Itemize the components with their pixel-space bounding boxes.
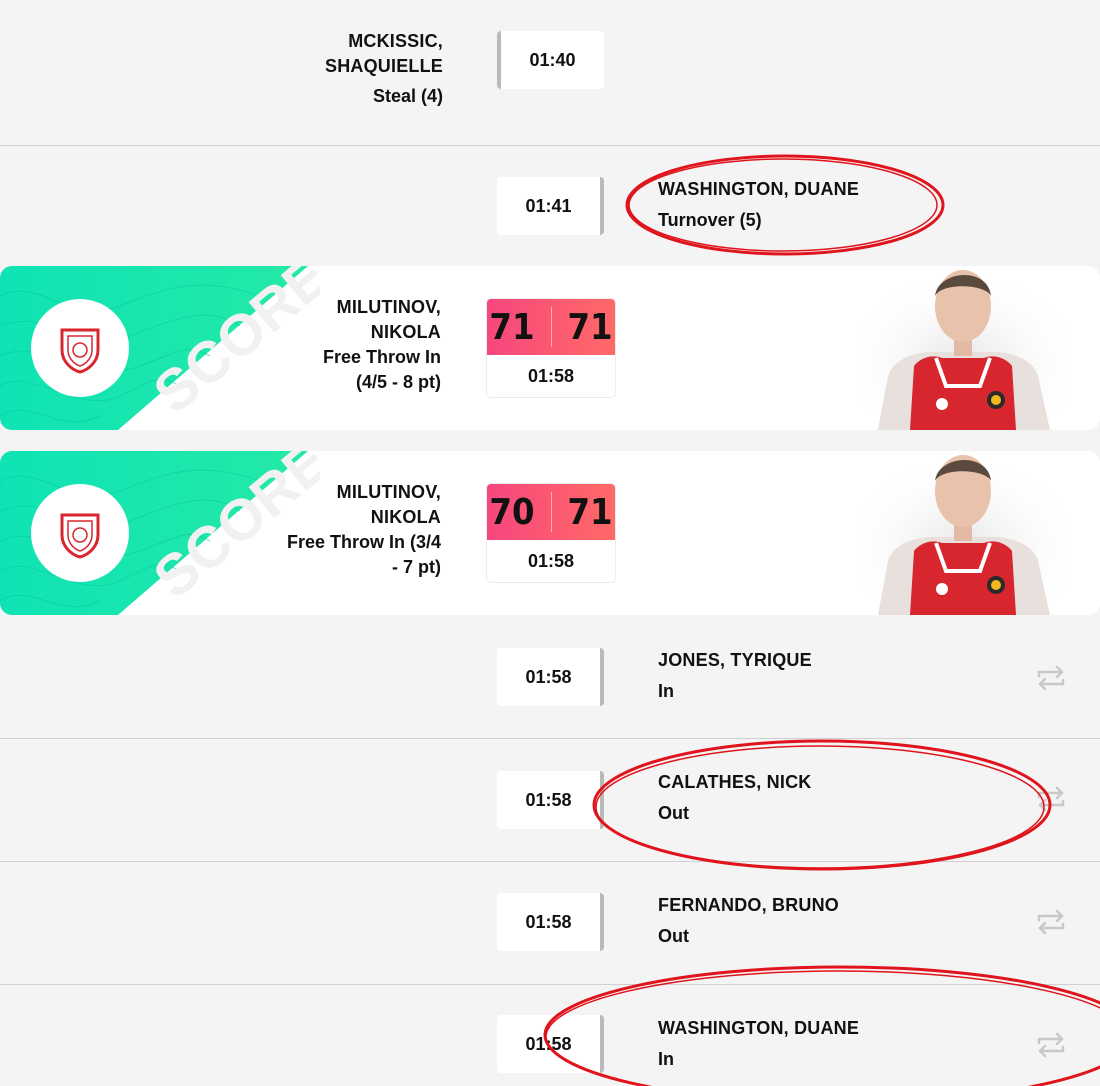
event-time: 01:41 bbox=[497, 177, 604, 235]
event-time: 01:58 bbox=[497, 648, 604, 706]
score-card: SCORE MILUTINOV, NIKOLA Free Throw In (3… bbox=[0, 451, 1100, 615]
swap-arrows-icon bbox=[1037, 1032, 1065, 1058]
player-name[interactable]: NIKOLA bbox=[287, 505, 441, 530]
score-box: 71 71 01:58 bbox=[487, 299, 615, 397]
event-row: 01:58 CALATHES, NICK Out bbox=[0, 739, 1100, 861]
event-description: Turnover (5) bbox=[658, 210, 762, 230]
olympiacos-logo-icon bbox=[60, 328, 100, 374]
player-photo bbox=[858, 451, 1068, 615]
player-name[interactable]: MILUTINOV, bbox=[323, 295, 441, 320]
event-row: 01:58 JONES, TYRIQUE In bbox=[0, 616, 1100, 738]
event-time: 01:58 bbox=[497, 1015, 604, 1073]
event-info: CALATHES, NICK Out bbox=[658, 767, 811, 829]
event-row: 01:41 WASHINGTON, DUANE Turnover (5) bbox=[0, 146, 1100, 266]
event-description: - 7 pt) bbox=[392, 557, 441, 577]
event-time: 01:40 bbox=[497, 31, 604, 89]
player-name[interactable]: WASHINGTON, DUANE bbox=[658, 1013, 859, 1044]
player-name[interactable]: JONES, TYRIQUE bbox=[658, 645, 812, 676]
swap-arrows-icon bbox=[1037, 665, 1065, 691]
event-description: In bbox=[658, 1049, 674, 1069]
swap-arrows-icon bbox=[1037, 909, 1065, 935]
score-card: SCORE MILUTINOV, NIKOLA Free Throw In (4… bbox=[0, 266, 1100, 430]
event-row: 01:58 FERNANDO, BRUNO Out bbox=[0, 862, 1100, 984]
home-score: 70 bbox=[489, 491, 535, 533]
event-time: 01:58 bbox=[497, 893, 604, 951]
score-display: 70 71 bbox=[487, 484, 615, 540]
score-event-info: MILUTINOV, NIKOLA Free Throw In (3/4 - 7… bbox=[287, 480, 441, 580]
player-name[interactable]: MCKISSIC, bbox=[325, 29, 443, 54]
player-name[interactable]: MILUTINOV, bbox=[287, 480, 441, 505]
event-info: WASHINGTON, DUANE In bbox=[658, 1013, 859, 1075]
player-name[interactable]: SHAQUIELLE bbox=[325, 54, 443, 79]
away-score: 71 bbox=[567, 306, 613, 348]
olympiacos-logo-icon bbox=[60, 513, 100, 559]
player-photo bbox=[858, 266, 1068, 430]
team-logo bbox=[31, 299, 129, 397]
event-row: 01:58 WASHINGTON, DUANE In bbox=[0, 985, 1100, 1086]
team-logo bbox=[31, 484, 129, 582]
event-description: Steal (4) bbox=[372, 86, 443, 106]
player-name[interactable]: CALATHES, NICK bbox=[658, 767, 811, 798]
event-description: Free Throw In (3/4 bbox=[286, 532, 441, 552]
event-description: (4/5 - 8 pt) bbox=[355, 372, 441, 392]
score-box: 70 71 01:58 bbox=[487, 484, 615, 582]
away-score: 71 bbox=[567, 491, 613, 533]
event-info: WASHINGTON, DUANE Turnover (5) bbox=[658, 174, 859, 236]
score-event-info: MILUTINOV, NIKOLA Free Throw In (4/5 - 8… bbox=[323, 295, 441, 395]
player-name[interactable]: NIKOLA bbox=[323, 320, 441, 345]
player-name[interactable]: FERNANDO, BRUNO bbox=[658, 890, 839, 921]
play-by-play-feed: MCKISSIC, SHAQUIELLE Steal (4) 01:40 01:… bbox=[0, 0, 1100, 1086]
event-description: Out bbox=[658, 803, 689, 823]
event-description: In bbox=[658, 681, 674, 701]
score-display: 71 71 bbox=[487, 299, 615, 355]
event-description: Out bbox=[658, 926, 689, 946]
event-time: 01:58 bbox=[497, 771, 604, 829]
event-info: FERNANDO, BRUNO Out bbox=[658, 890, 839, 952]
event-time: 01:58 bbox=[527, 365, 575, 386]
event-description: Free Throw In bbox=[322, 347, 441, 367]
swap-arrows-icon bbox=[1037, 786, 1065, 812]
home-score: 71 bbox=[489, 306, 535, 348]
event-row: MCKISSIC, SHAQUIELLE Steal (4) 01:40 bbox=[0, 0, 1100, 145]
player-name[interactable]: WASHINGTON, DUANE bbox=[658, 174, 859, 205]
event-time: 01:58 bbox=[527, 550, 575, 571]
event-info: MCKISSIC, SHAQUIELLE Steal (4) bbox=[325, 29, 443, 113]
event-info: JONES, TYRIQUE In bbox=[658, 645, 812, 707]
